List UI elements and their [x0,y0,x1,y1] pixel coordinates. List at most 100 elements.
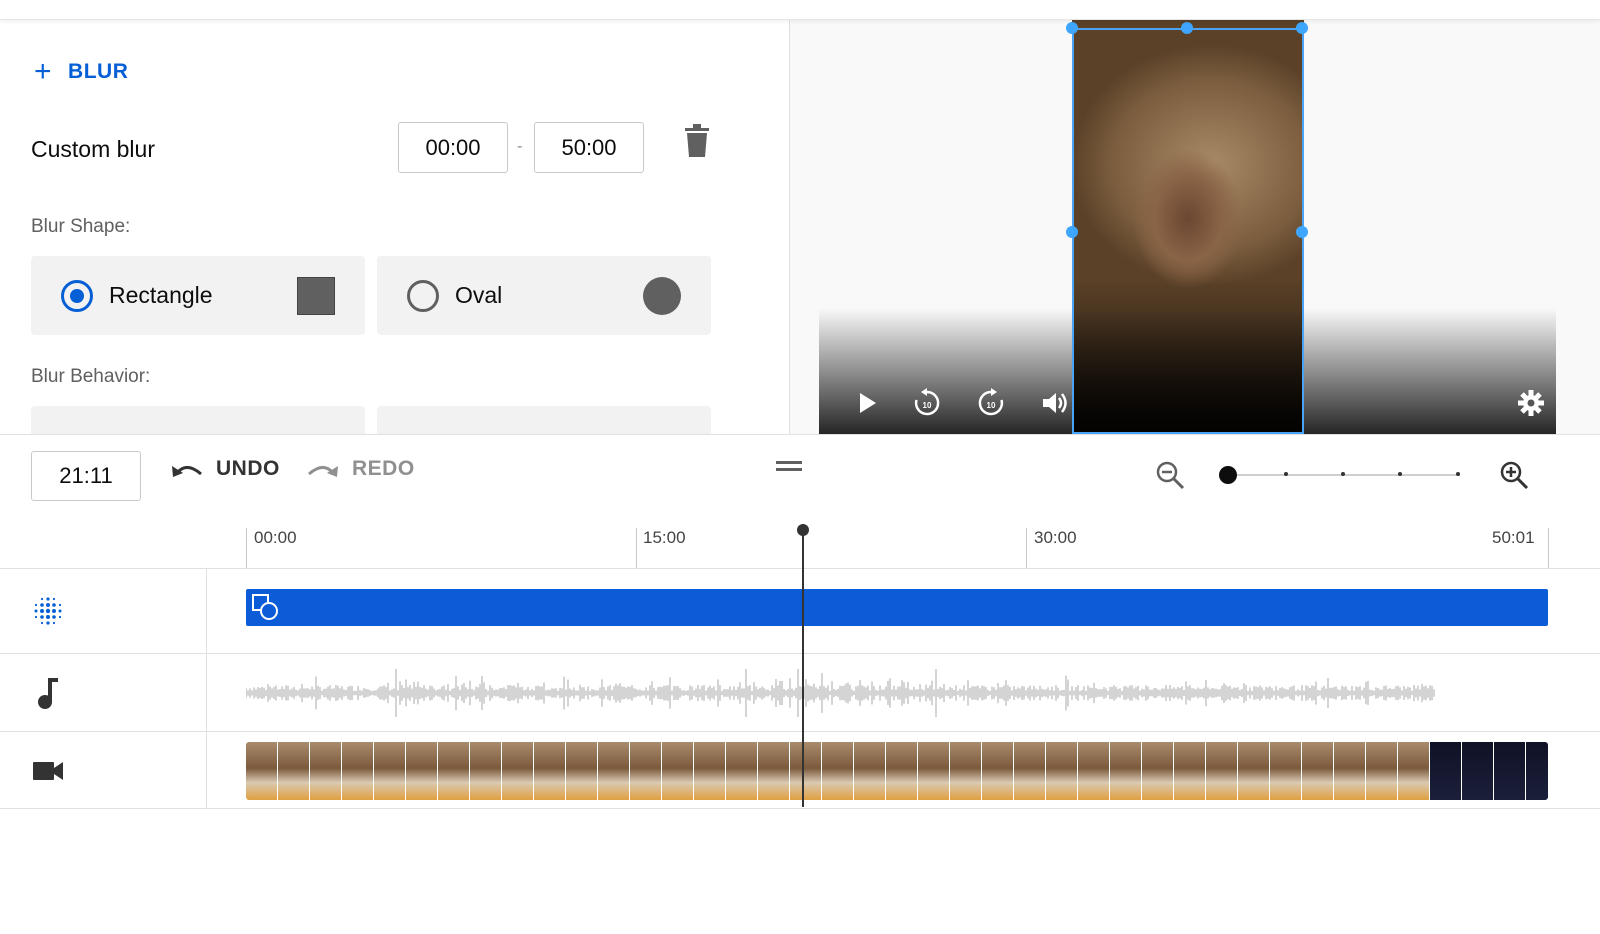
shape-blur-icon [252,594,278,620]
video-thumbnail [342,742,373,800]
video-thumbnail [758,742,789,800]
resize-handle[interactable] [1181,22,1193,34]
top-bar [0,0,1600,20]
redo-label: REDO [352,457,415,480]
current-time-input[interactable]: 21:11 [31,451,141,501]
add-blur-button[interactable]: + BLUR [34,55,129,88]
blur-shape-label: Blur Shape: [31,216,131,237]
rectangle-shape-icon [297,276,335,315]
video-camera-icon [33,761,63,780]
undo-button[interactable]: UNDO [170,457,280,481]
video-thumbnail [374,742,405,800]
video-thumbnail [918,742,949,800]
video-thumbnail [1494,742,1525,800]
resize-handle[interactable] [1296,226,1308,238]
resize-handle[interactable] [1066,22,1078,34]
video-thumbnail [470,742,501,800]
timeline-toolbar: 21:11 UNDO REDO [0,434,1600,514]
video-thumbnail [982,742,1013,800]
video-thumbnail [1142,742,1173,800]
video-thumbnail [694,742,725,800]
video-thumbnail [1174,742,1205,800]
ruler-tick-label: 30:00 [1034,528,1077,547]
undo-icon [172,466,202,477]
panel-resize-handle[interactable] [776,461,802,471]
radio-unselected-icon[interactable] [407,279,439,312]
shape-option-oval[interactable]: Oval [377,256,711,335]
zoom-slider-step [1284,472,1288,476]
ruler-tick-label: 15:00 [643,528,686,547]
video-thumbnail [1366,742,1397,800]
video-thumbnail [1110,742,1141,800]
forward-10-icon[interactable]: 10 [976,388,1006,418]
video-thumbnail [1206,742,1237,800]
behavior-option-2[interactable] [377,406,711,434]
video-thumbnail [1398,742,1429,800]
video-thumbnail [630,742,661,800]
timeline-ruler[interactable]: 00:00 15:00 30:00 50:01 [0,514,1600,569]
play-icon[interactable] [852,388,882,418]
video-track [0,731,1600,809]
video-track-header [0,732,207,809]
video-thumbnail [886,742,917,800]
playhead-handle[interactable] [797,524,809,536]
timeline-bottom-border [0,808,1600,809]
blur-segment[interactable] [246,589,1548,626]
blur-track-header [0,569,207,653]
rewind-10-icon[interactable]: 10 [912,388,942,418]
audio-waveform[interactable] [246,666,1446,720]
blur-start-time-input[interactable]: 00:00 [398,122,508,173]
video-thumbnail [1430,742,1461,800]
shape-option-label: Oval [455,282,503,308]
radio-selected-icon[interactable] [61,279,93,312]
ruler-tick-label: 50:01 [1492,528,1535,547]
playhead[interactable] [802,524,804,807]
video-thumbnail [854,742,885,800]
behavior-option-1[interactable] [31,406,365,434]
zoom-in-icon[interactable] [1498,459,1530,491]
zoom-out-icon[interactable] [1154,459,1186,491]
redo-button[interactable]: REDO [306,457,415,481]
audio-track [0,653,1600,731]
video-thumbnail [662,742,693,800]
video-preview: 10 10 [790,20,1600,434]
resize-handle[interactable] [1066,226,1078,238]
svg-text:10: 10 [987,401,996,410]
video-thumbnail [950,742,981,800]
audio-track-header [0,654,207,731]
shape-option-rectangle[interactable]: Rectangle [31,256,365,335]
video-thumbnail [1078,742,1109,800]
video-thumbnail [278,742,309,800]
zoom-slider-step [1398,472,1402,476]
video-thumbnail [502,742,533,800]
add-blur-label: BLUR [68,60,129,83]
zoom-slider-step [1341,472,1345,476]
redo-icon [308,466,338,477]
blur-end-time-input[interactable]: 50:00 [534,122,644,173]
ruler-tick [1026,528,1027,569]
svg-text:10: 10 [923,401,932,410]
music-note-icon [38,677,58,709]
video-thumbnail [598,742,629,800]
video-thumbnail [566,742,597,800]
plus-icon: + [34,55,53,88]
oval-shape-icon [643,276,681,315]
blur-dots-icon [34,597,62,625]
trash-icon[interactable] [684,124,710,158]
video-filmstrip[interactable] [246,742,1548,800]
gear-icon[interactable] [1516,388,1546,418]
zoom-slider-knob[interactable] [1219,466,1237,484]
volume-icon[interactable] [1040,388,1070,418]
ruler-tick [636,528,637,569]
undo-label: UNDO [216,457,280,480]
video-thumbnail [726,742,757,800]
resize-handle[interactable] [1296,22,1308,34]
blur-track [0,568,1600,653]
video-thumbnail [438,742,469,800]
blur-selection-box[interactable] [1072,28,1304,434]
ruler-tick-label: 00:00 [254,528,297,547]
video-thumbnail [1302,742,1333,800]
video-thumbnail [822,742,853,800]
video-thumbnail [406,742,437,800]
video-thumbnail [310,742,341,800]
